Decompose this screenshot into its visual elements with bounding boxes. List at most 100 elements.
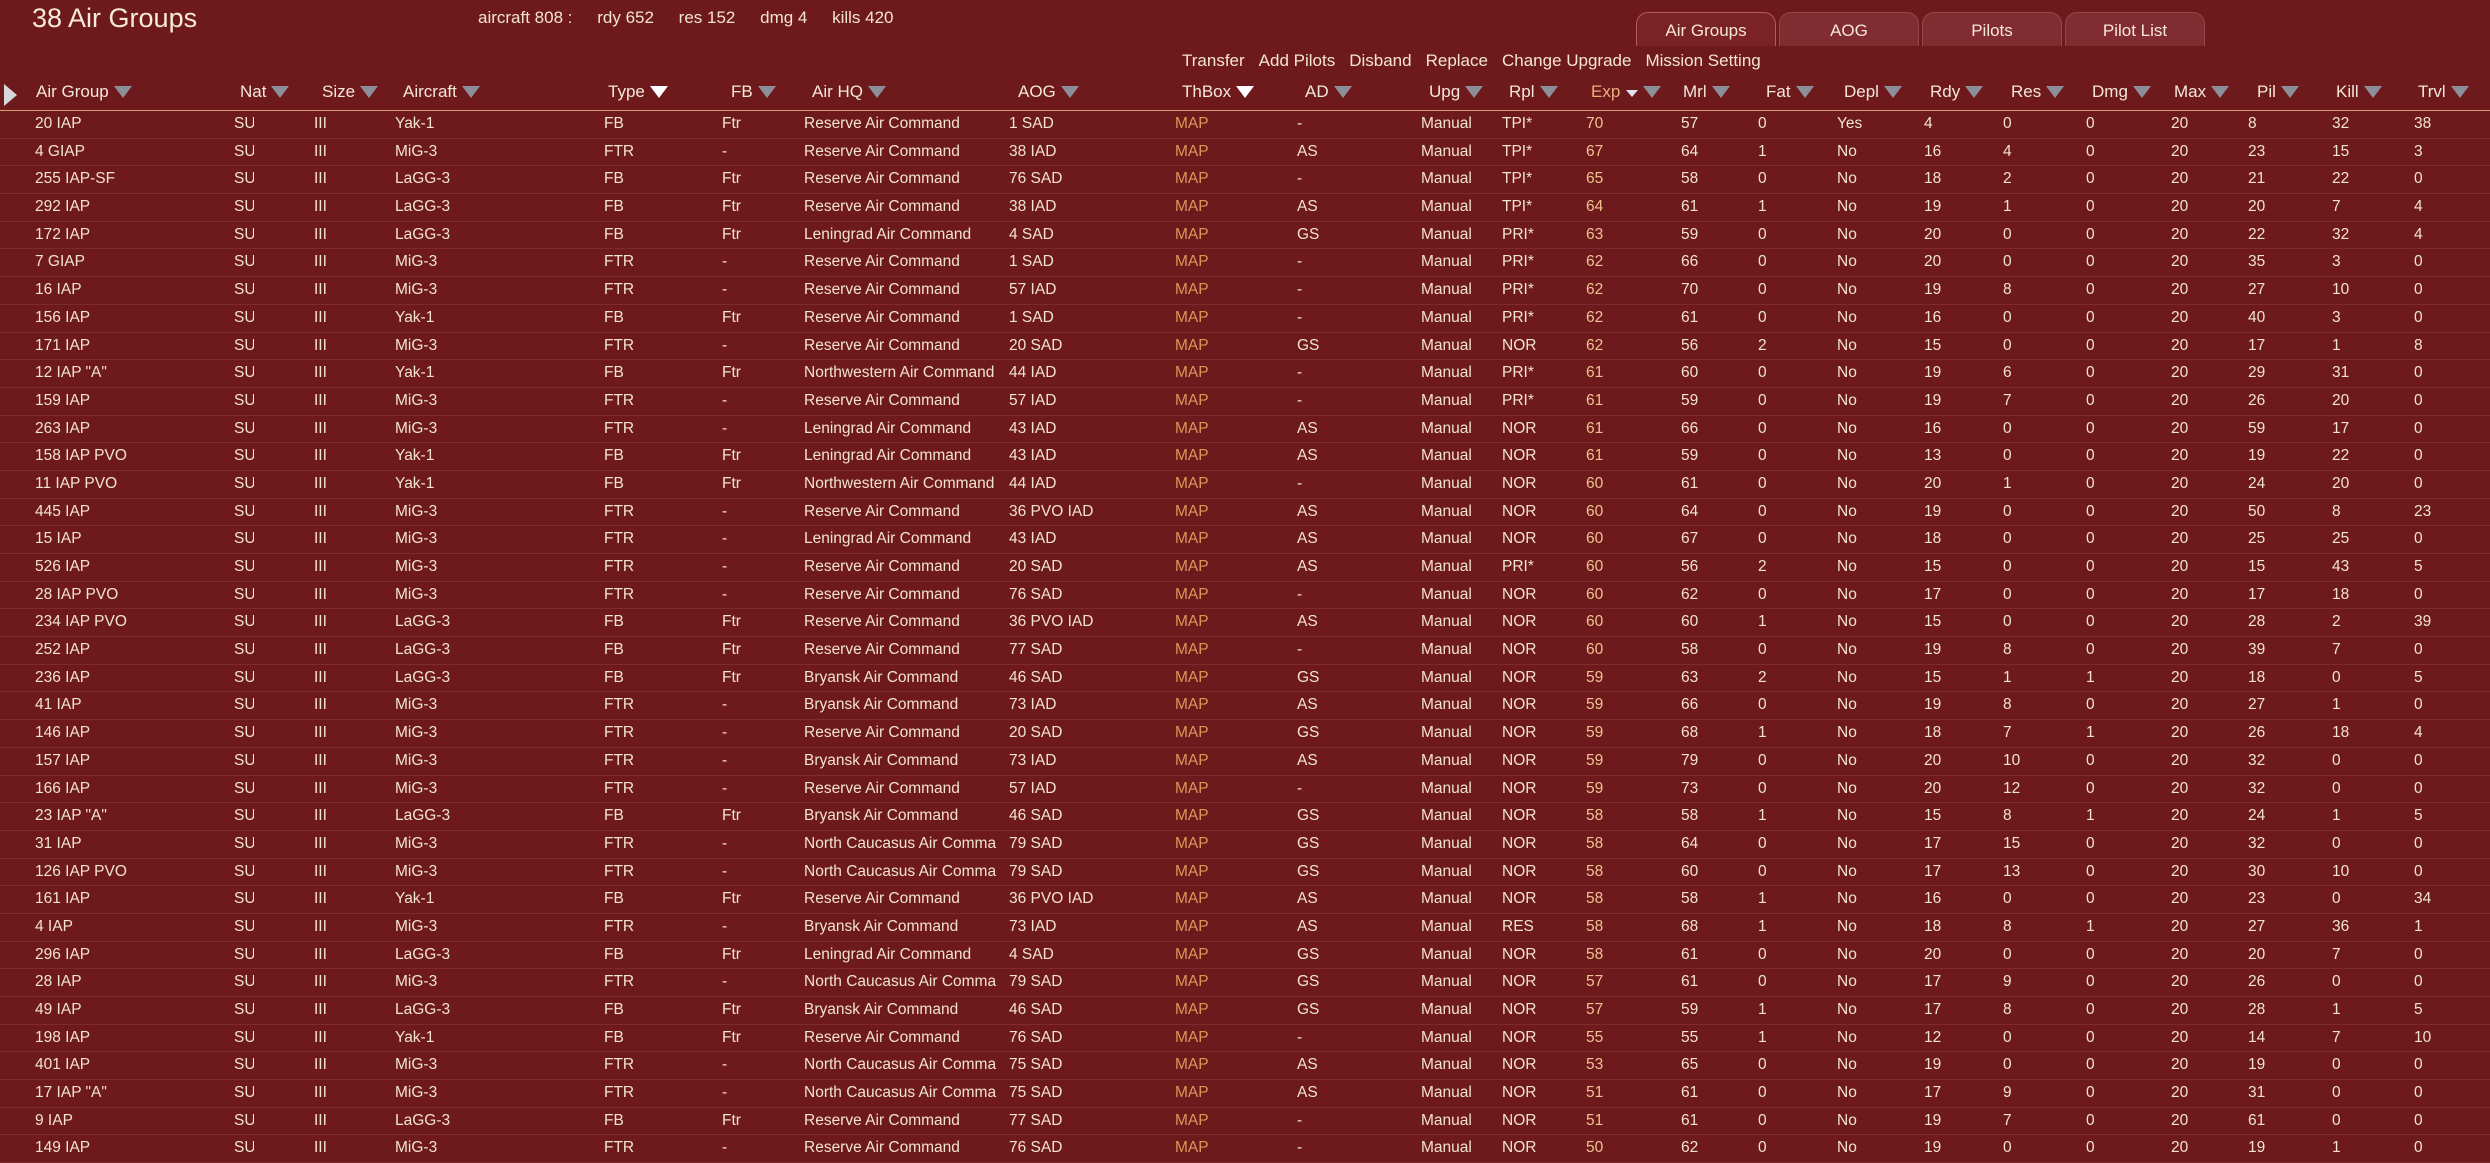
cell-thbox-map[interactable]: MAP — [1175, 309, 1235, 327]
cell-thbox-map[interactable]: MAP — [1175, 226, 1235, 244]
header-depl[interactable]: Depl — [1844, 82, 1902, 102]
cell-air-group[interactable]: 146 IAP — [35, 724, 235, 742]
header-dmg[interactable]: Dmg — [2092, 82, 2151, 102]
cell-thbox-map[interactable]: MAP — [1175, 752, 1235, 770]
table-row[interactable]: 198 IAP SU III Yak-1 FB Ftr Reserve Air Comman… — [0, 1025, 2490, 1053]
cell-upg[interactable]: Manual — [1421, 724, 1481, 742]
replace-button[interactable]: Replace — [1426, 51, 1488, 71]
table-row[interactable]: 15 IAP SU III MiG-3 FTR - Leningrad Air Comman… — [0, 526, 2490, 554]
header-upg[interactable]: Upg — [1429, 82, 1484, 102]
filter-icon[interactable] — [2046, 85, 2065, 98]
cell-thbox-map[interactable]: MAP — [1175, 1056, 1235, 1074]
table-row[interactable]: 236 IAP SU III LaGG-3 FB Ftr Bryansk Air Comma… — [0, 665, 2490, 693]
cell-thbox-map[interactable]: MAP — [1175, 1001, 1235, 1019]
cell-thbox-map[interactable]: MAP — [1175, 530, 1235, 548]
tab-pilot-list[interactable]: Pilot List — [2065, 12, 2205, 46]
header-ad[interactable]: AD — [1305, 82, 1352, 102]
cell-air-group[interactable]: 171 IAP — [35, 337, 235, 355]
table-row[interactable]: 11 IAP PVO SU III Yak-1 FB Ftr Northwestern Ai… — [0, 471, 2490, 499]
cell-air-group[interactable]: 16 IAP — [35, 281, 235, 299]
cell-air-group[interactable]: 126 IAP PVO — [35, 863, 235, 881]
cell-upg[interactable]: Manual — [1421, 973, 1481, 991]
cell-upg[interactable]: Manual — [1421, 890, 1481, 908]
cell-upg[interactable]: Manual — [1421, 918, 1481, 936]
filter-icon[interactable] — [2450, 85, 2469, 98]
cell-upg[interactable]: Manual — [1421, 863, 1481, 881]
cell-upg[interactable]: Manual — [1421, 1139, 1481, 1157]
table-row[interactable]: 166 IAP SU III MiG-3 FTR - Reserve Air Command… — [0, 776, 2490, 804]
filter-icon[interactable] — [461, 85, 480, 98]
cell-upg[interactable]: Manual — [1421, 586, 1481, 604]
filter-icon[interactable] — [1795, 85, 1814, 98]
table-row[interactable]: 146 IAP SU III MiG-3 FTR - Reserve Air Command… — [0, 720, 2490, 748]
filter-icon[interactable] — [1333, 85, 1352, 98]
cell-upg[interactable]: Manual — [1421, 503, 1481, 521]
cell-upg[interactable]: Manual — [1421, 807, 1481, 825]
filter-icon[interactable] — [1711, 85, 1730, 98]
header-trvl[interactable]: Trvl — [2418, 82, 2469, 102]
transfer-button[interactable]: Transfer — [1182, 51, 1245, 71]
cell-thbox-map[interactable]: MAP — [1175, 170, 1235, 188]
cell-air-group[interactable]: 149 IAP — [35, 1139, 235, 1157]
table-row[interactable]: 171 IAP SU III MiG-3 FTR - Reserve Air Command… — [0, 333, 2490, 361]
table-row[interactable]: 4 IAP SU III MiG-3 FTR - Bryansk Air Command 73… — [0, 914, 2490, 942]
cell-thbox-map[interactable]: MAP — [1175, 973, 1235, 991]
table-row[interactable]: 7 GIAP SU III MiG-3 FTR - Reserve Air Command 1… — [0, 249, 2490, 278]
cell-upg[interactable]: Manual — [1421, 392, 1481, 410]
table-row[interactable]: 234 IAP PVO SU III LaGG-3 FB Ftr Reserve Air C… — [0, 609, 2490, 638]
cell-air-group[interactable]: 292 IAP — [35, 198, 235, 216]
table-row[interactable]: 17 IAP "A" SU III MiG-3 FTR - North Caucasus A… — [0, 1080, 2490, 1108]
cell-air-group[interactable]: 20 IAP — [35, 115, 235, 133]
header-aog[interactable]: AOG — [1018, 82, 1079, 102]
cell-thbox-map[interactable]: MAP — [1175, 392, 1235, 410]
cell-upg[interactable]: Manual — [1421, 226, 1481, 244]
cell-thbox-map[interactable]: MAP — [1175, 586, 1235, 604]
cell-air-group[interactable]: 296 IAP — [35, 946, 235, 964]
cell-thbox-map[interactable]: MAP — [1175, 115, 1235, 133]
cell-air-group[interactable]: 236 IAP — [35, 669, 235, 687]
cell-upg[interactable]: Manual — [1421, 613, 1481, 631]
table-row[interactable]: 126 IAP PVO SU III MiG-3 FTR - North Caucasus … — [0, 859, 2490, 887]
cell-upg[interactable]: Manual — [1421, 115, 1481, 133]
cell-thbox-map[interactable]: MAP — [1175, 1084, 1235, 1102]
table-row[interactable]: 252 IAP SU III LaGG-3 FB Ftr Reserve Air Comma… — [0, 637, 2490, 665]
cell-air-group[interactable]: 17 IAP "A" — [35, 1084, 235, 1102]
cell-upg[interactable]: Manual — [1421, 364, 1481, 382]
cell-upg[interactable]: Manual — [1421, 696, 1481, 714]
cell-thbox-map[interactable]: MAP — [1175, 863, 1235, 881]
cell-upg[interactable]: Manual — [1421, 198, 1481, 216]
tab-aog[interactable]: AOG — [1779, 12, 1919, 46]
cell-upg[interactable]: Manual — [1421, 530, 1481, 548]
cell-thbox-map[interactable]: MAP — [1175, 835, 1235, 853]
cell-thbox-map[interactable]: MAP — [1175, 1112, 1235, 1130]
cell-upg[interactable]: Manual — [1421, 1029, 1481, 1047]
cell-air-group[interactable]: 526 IAP — [35, 558, 235, 576]
table-row[interactable]: 149 IAP SU III MiG-3 FTR - Reserve Air Command… — [0, 1135, 2490, 1163]
header-kill[interactable]: Kill — [2336, 82, 2382, 102]
table-row[interactable]: 4 GIAP SU III MiG-3 FTR - Reserve Air Command 3… — [0, 139, 2490, 167]
cell-air-group[interactable]: 28 IAP — [35, 973, 235, 991]
table-row[interactable]: 296 IAP SU III LaGG-3 FB Ftr Leningrad Air Com… — [0, 942, 2490, 970]
cell-air-group[interactable]: 161 IAP — [35, 890, 235, 908]
cell-upg[interactable]: Manual — [1421, 420, 1481, 438]
table-row[interactable]: 49 IAP SU III LaGG-3 FB Ftr Bryansk Air Comman… — [0, 997, 2490, 1025]
table-row[interactable]: 263 IAP SU III MiG-3 FTR - Leningrad Air Comma… — [0, 416, 2490, 444]
cell-upg[interactable]: Manual — [1421, 1001, 1481, 1019]
cell-thbox-map[interactable]: MAP — [1175, 503, 1235, 521]
cell-thbox-map[interactable]: MAP — [1175, 724, 1235, 742]
cell-thbox-map[interactable]: MAP — [1175, 475, 1235, 493]
cell-air-group[interactable]: 234 IAP PVO — [35, 613, 235, 631]
filter-icon[interactable] — [1643, 85, 1662, 98]
cell-thbox-map[interactable]: MAP — [1175, 641, 1235, 659]
cell-thbox-map[interactable]: MAP — [1175, 143, 1235, 161]
cell-upg[interactable]: Manual — [1421, 1112, 1481, 1130]
cell-upg[interactable]: Manual — [1421, 752, 1481, 770]
table-row[interactable]: 159 IAP SU III MiG-3 FTR - Reserve Air Command… — [0, 388, 2490, 416]
table-row[interactable]: 20 IAP SU III Yak-1 FB Ftr Reserve Air Command… — [0, 111, 2490, 139]
header-rpl[interactable]: Rpl — [1509, 82, 1558, 102]
cell-thbox-map[interactable]: MAP — [1175, 696, 1235, 714]
cell-upg[interactable]: Manual — [1421, 170, 1481, 188]
cell-air-group[interactable]: 198 IAP — [35, 1029, 235, 1047]
filter-icon[interactable] — [2211, 85, 2230, 98]
cell-air-group[interactable]: 49 IAP — [35, 1001, 235, 1019]
